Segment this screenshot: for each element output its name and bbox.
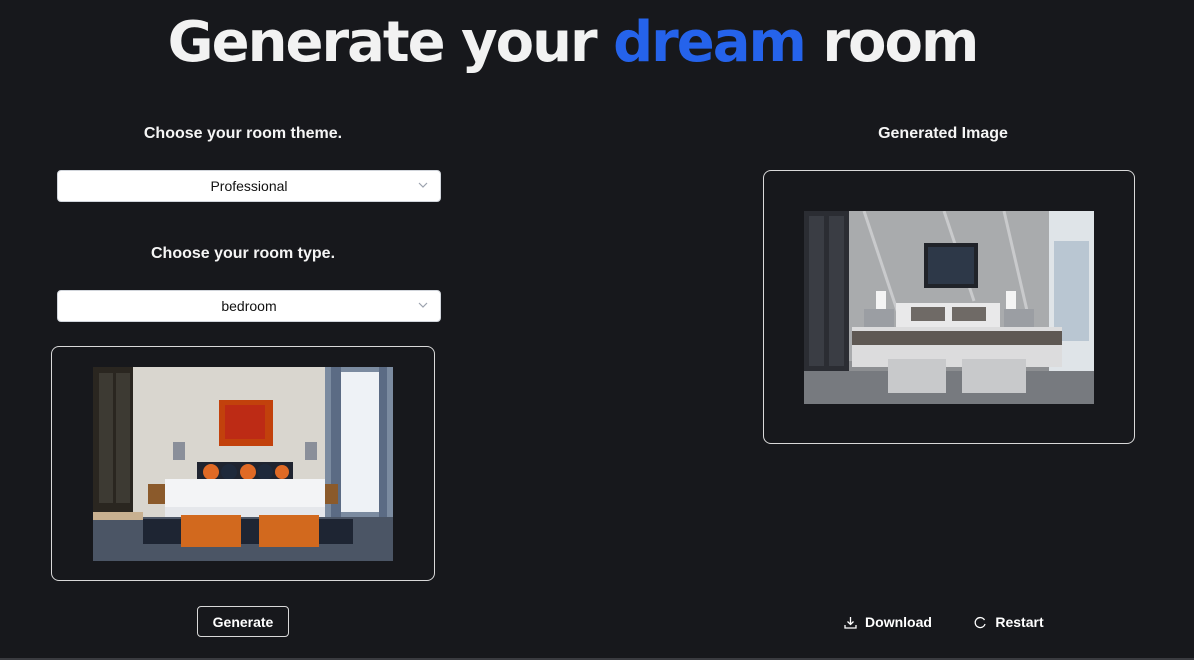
type-label: Choose your room type.	[150, 245, 336, 262]
generate-button[interactable]: Generate	[197, 606, 289, 637]
page-title: Generate your dream room	[0, 10, 1145, 75]
title-part2: room	[804, 10, 979, 75]
generated-image-label: Generated Image	[878, 125, 1008, 142]
generated-room-image	[804, 211, 1094, 404]
generate-button-label: Generate	[212, 613, 274, 630]
chevron-down-icon	[418, 302, 428, 308]
bedroom-photo	[93, 367, 393, 561]
download-icon	[844, 616, 857, 629]
title-part1: Generate your	[167, 10, 614, 75]
download-button[interactable]: Download	[843, 610, 933, 634]
download-button-label: Download	[865, 614, 932, 630]
theme-select-value: Professional	[210, 178, 288, 194]
uploaded-room-image	[93, 367, 393, 561]
type-select-value: bedroom	[221, 298, 277, 314]
restart-button-label: Restart	[995, 614, 1044, 630]
generated-bedroom-photo	[804, 211, 1094, 404]
type-select[interactable]: bedroom	[57, 290, 441, 322]
theme-select[interactable]: Professional	[57, 170, 441, 202]
restart-icon	[974, 616, 986, 628]
restart-button[interactable]: Restart	[973, 610, 1045, 634]
chevron-down-icon	[418, 182, 428, 188]
theme-label: Choose your room theme.	[143, 125, 343, 142]
title-accent: dream	[613, 10, 807, 75]
